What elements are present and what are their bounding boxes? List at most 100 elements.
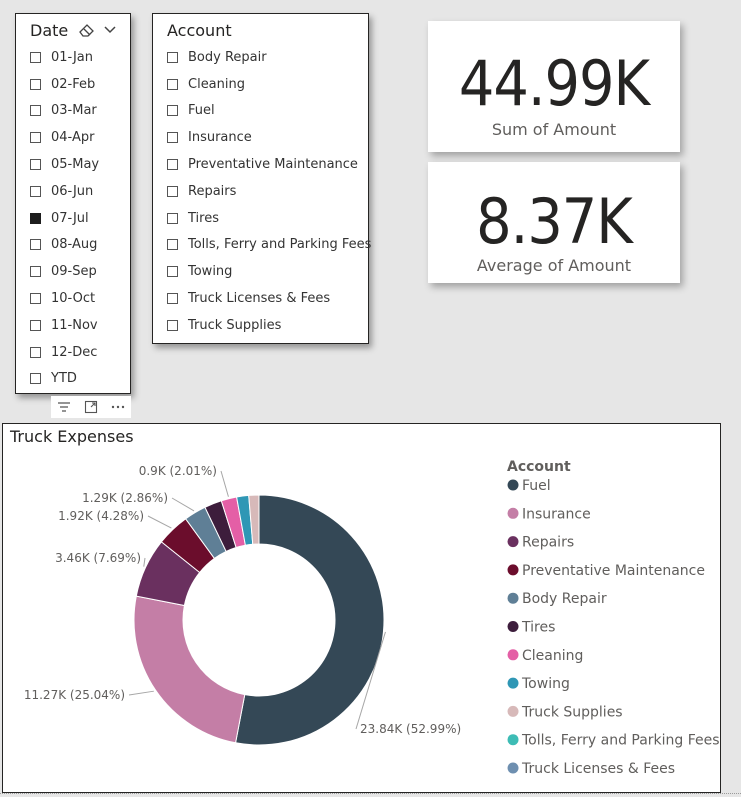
checkbox[interactable]	[30, 78, 41, 90]
slicer-item-label: 10-Oct	[51, 291, 96, 307]
slicer-item-label: Towing	[188, 264, 233, 280]
checkbox[interactable]	[30, 373, 41, 385]
legend-marker	[507, 564, 519, 576]
checkbox[interactable]	[167, 185, 178, 197]
slicer-item[interactable]: Truck Licenses & Fees	[167, 285, 371, 312]
slicer-item-label: Body Repair	[188, 49, 267, 65]
checkbox[interactable]	[167, 159, 178, 171]
slicer-item[interactable]: 08-Aug	[30, 232, 99, 259]
slicer-item[interactable]: 11-Nov	[30, 312, 99, 339]
donut-chart-svg: 23.84K (52.99%) 11.27K (25.04%) 3.46K (7.6…	[24, 459, 720, 777]
checkbox[interactable]	[167, 105, 178, 117]
checkbox[interactable]	[167, 51, 178, 63]
date-slicer-title: Date	[30, 21, 69, 40]
checkbox[interactable]	[30, 212, 41, 224]
checkbox[interactable]	[30, 159, 41, 171]
slicer-item[interactable]: 09-Sep	[30, 258, 99, 285]
filter-icon[interactable]	[51, 396, 78, 418]
legend-marker	[507, 762, 519, 774]
legend-item[interactable]: Fuel	[522, 478, 551, 494]
slicer-item[interactable]: Cleaning	[167, 71, 371, 98]
checkbox[interactable]	[30, 105, 41, 117]
legend-item[interactable]: Body Repair	[522, 591, 607, 607]
slicer-item[interactable]: 02-Feb	[30, 71, 99, 98]
slicer-item[interactable]: 10-Oct	[30, 285, 99, 312]
legend-item[interactable]: Tires	[521, 620, 555, 636]
slicer-item[interactable]: 03-Mar	[30, 98, 99, 125]
leader-line	[128, 690, 154, 696]
checkbox[interactable]	[30, 319, 41, 331]
legend-item[interactable]: Repairs	[522, 535, 574, 551]
kpi-label: Sum of Amount	[491, 120, 617, 139]
slicer-item-label: 09-Sep	[51, 264, 97, 280]
checkbox[interactable]	[167, 239, 178, 251]
slicer-item[interactable]: 01-Jan	[30, 44, 99, 71]
slicer-item[interactable]: Body Repair	[167, 44, 371, 71]
kpi-value: 44.99K	[458, 47, 650, 120]
checkbox[interactable]	[167, 293, 178, 305]
checkbox[interactable]	[167, 132, 178, 144]
legend-item[interactable]: Insurance	[522, 506, 591, 522]
slicer-item[interactable]: 04-Apr	[30, 124, 99, 151]
slicer-item[interactable]: 05-May	[30, 151, 99, 178]
legend-marker	[507, 677, 519, 689]
slicer-item-label: Repairs	[188, 183, 237, 199]
chevron-down-icon[interactable]	[103, 22, 117, 41]
truck-expenses-chart: Truck Expenses 23.84K (52.99%) 11.27K (25…	[2, 423, 721, 793]
slicer-item-label: Preventative Maintenance	[188, 157, 358, 173]
slicer-item[interactable]: Towing	[167, 258, 371, 285]
checkbox[interactable]	[30, 346, 41, 358]
slicer-item-label: Truck Licenses & Fees	[188, 291, 331, 307]
checkbox[interactable]	[167, 212, 178, 224]
leader-line	[147, 515, 172, 529]
leader-line	[171, 497, 195, 512]
checkbox[interactable]	[167, 78, 178, 90]
donut-slice[interactable]	[133, 595, 246, 744]
page-bottom-divider	[0, 793, 741, 794]
legend-marker	[507, 592, 519, 604]
checkbox[interactable]	[30, 239, 41, 251]
slicer-item[interactable]: Preventative Maintenance	[167, 151, 371, 178]
slicer-item[interactable]: 06-Jun	[30, 178, 99, 205]
checkbox[interactable]	[30, 293, 41, 305]
legend-item[interactable]: Cleaning	[522, 648, 583, 664]
checkbox[interactable]	[167, 319, 178, 331]
kpi-value: 8.37K	[476, 185, 633, 258]
slicer-item[interactable]: Truck Supplies	[167, 312, 371, 339]
data-label: 3.46K (7.69%)	[55, 551, 141, 565]
checkbox[interactable]	[30, 266, 41, 278]
date-slicer: Date 01-Jan 02-Feb 03-Mar 04-Apr 05-May 06-Ju…	[15, 13, 131, 394]
focus-mode-icon[interactable]	[78, 396, 105, 418]
kpi-label: Average of Amount	[476, 256, 632, 275]
checkbox[interactable]	[30, 185, 41, 197]
slicer-item[interactable]: 07-Jul	[30, 205, 99, 232]
sum-of-amount-card: 44.99K Sum of Amount	[428, 21, 680, 152]
legend-item[interactable]: Towing	[521, 676, 570, 692]
legend-marker	[507, 705, 519, 717]
slicer-item-label: Cleaning	[188, 76, 245, 92]
slicer-item[interactable]: Tolls, Ferry and Parking Fees	[167, 232, 371, 259]
data-label: 1.92K (4.28%)	[58, 509, 144, 523]
eraser-icon[interactable]	[78, 22, 96, 42]
legend-item[interactable]: Tolls, Ferry and Parking Fees	[521, 733, 720, 749]
checkbox[interactable]	[30, 132, 41, 144]
checkbox[interactable]	[167, 266, 178, 278]
slicer-item[interactable]: YTD	[30, 366, 99, 393]
legend-item[interactable]: Truck Licenses & Fees	[521, 761, 675, 777]
average-of-amount-card: 8.37K Average of Amount	[428, 162, 680, 283]
checkbox[interactable]	[30, 51, 41, 63]
legend-marker	[507, 649, 519, 661]
legend-item[interactable]: Truck Supplies	[521, 704, 623, 720]
data-label: 23.84K (52.99%)	[360, 722, 461, 736]
slicer-item[interactable]: Repairs	[167, 178, 371, 205]
slicer-item[interactable]: Fuel	[167, 98, 371, 125]
visual-header-toolbar	[51, 396, 131, 418]
legend-marker	[507, 621, 519, 632]
account-slicer-list: Body Repair Cleaning Fuel Insurance Preventa…	[167, 44, 371, 339]
slicer-item[interactable]: Insurance	[167, 124, 371, 151]
slicer-item[interactable]: 12-Dec	[30, 339, 99, 366]
more-options-icon[interactable]	[104, 396, 131, 418]
legend-item[interactable]: Preventative Maintenance	[522, 563, 705, 579]
legend-marker	[507, 734, 519, 746]
slicer-item[interactable]: Tires	[167, 205, 371, 232]
